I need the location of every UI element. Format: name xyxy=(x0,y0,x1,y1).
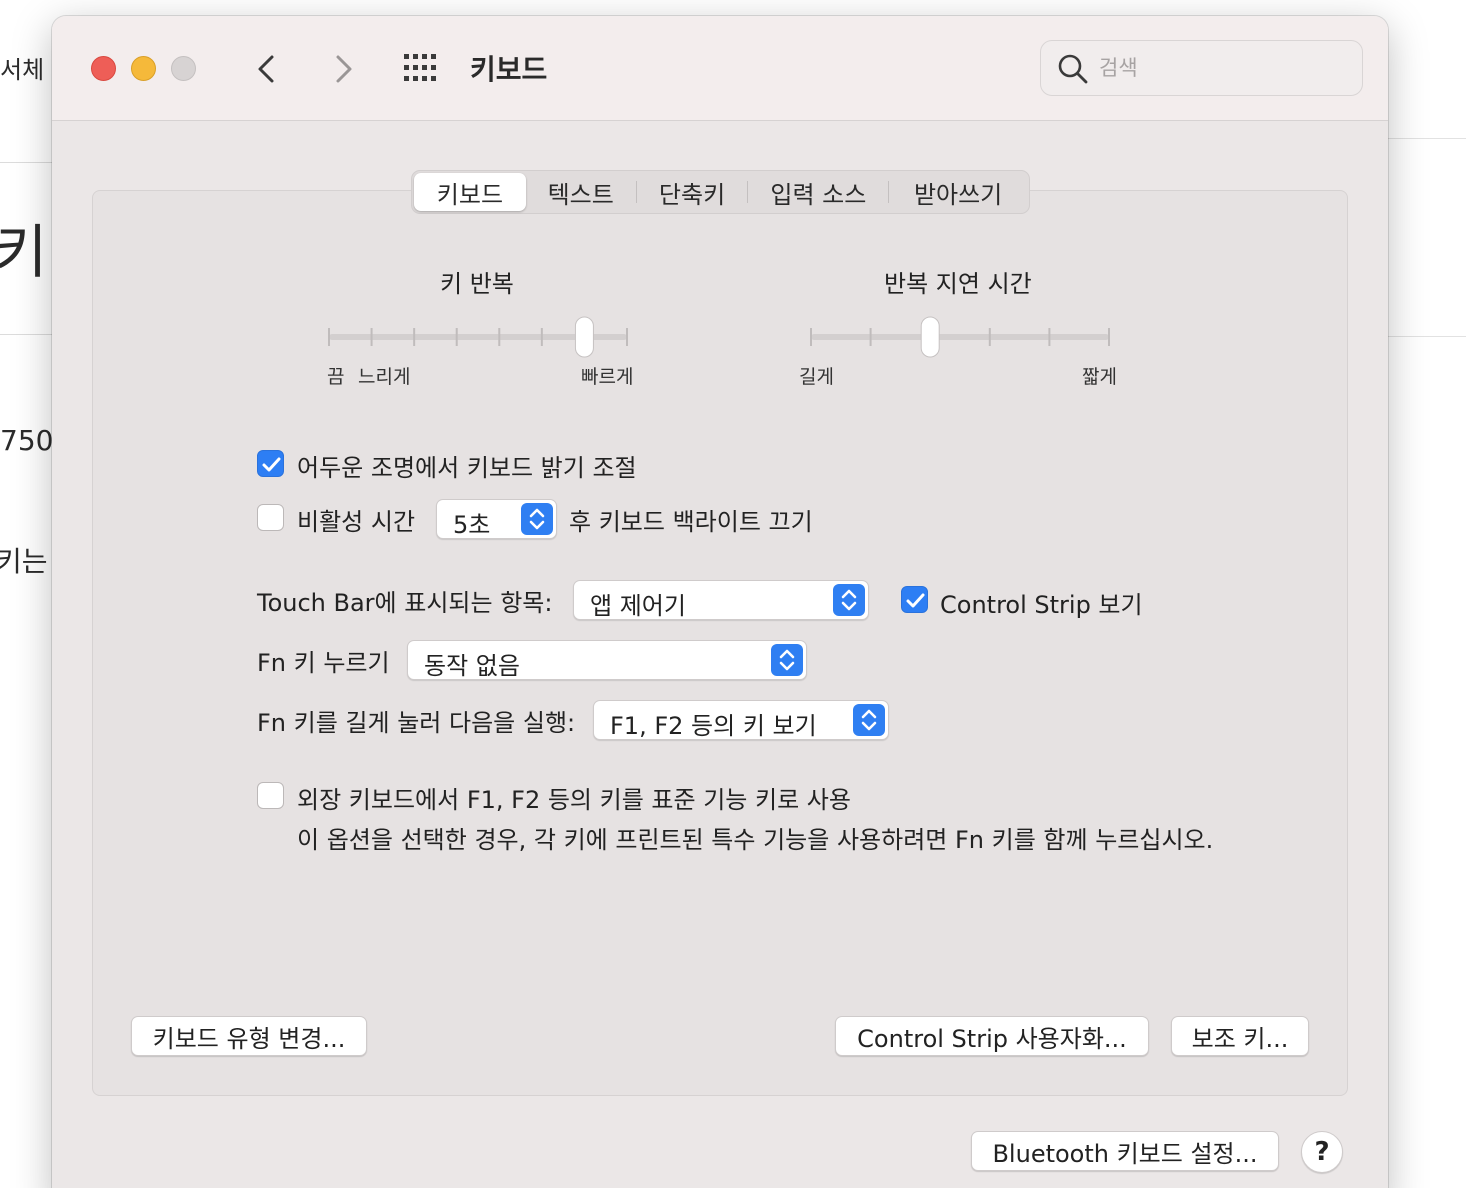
background-text-keys: 키는 xyxy=(0,545,48,578)
background-app-window: 서체 키 750 키는 xyxy=(0,0,60,1188)
customize-control-strip-button[interactable]: Control Strip 사용자화... xyxy=(835,1016,1149,1056)
back-button[interactable] xyxy=(248,49,288,89)
repeat-delay-short-label: 짧게 xyxy=(1082,366,1117,388)
control-strip-label: Control Strip 보기 xyxy=(940,591,1143,619)
slider-knob[interactable] xyxy=(920,316,940,358)
modifier-keys-button[interactable]: 보조 키... xyxy=(1171,1016,1309,1056)
up-down-chevron-icon xyxy=(841,589,857,611)
slider-tick xyxy=(455,328,458,346)
key-repeat-title: 키 반복 xyxy=(440,270,514,298)
help-button[interactable]: ? xyxy=(1301,1131,1343,1173)
auto-brightness-label: 어두운 조명에서 키보드 밝기 조절 xyxy=(297,454,637,482)
up-down-chevron-icon xyxy=(529,508,545,530)
change-keyboard-type-button[interactable]: 키보드 유형 변경... xyxy=(131,1016,367,1056)
touch-bar-label: Touch Bar에 표시되는 항목: xyxy=(257,589,553,617)
slider-tick xyxy=(988,328,991,346)
popup-stepper xyxy=(833,584,865,616)
backlight-timeout-value: 5초 xyxy=(453,511,491,539)
slider-knob[interactable] xyxy=(574,316,594,358)
slider-tick xyxy=(328,328,330,346)
background-divider xyxy=(0,162,52,163)
tab-keyboard[interactable]: 키보드 xyxy=(414,173,526,211)
background-divider xyxy=(1386,336,1466,337)
bluetooth-keyboard-setup-button[interactable]: Bluetooth 키보드 설정... xyxy=(971,1131,1279,1171)
touch-bar-popup[interactable]: 앱 제어기 xyxy=(573,580,869,620)
show-all-button[interactable] xyxy=(402,52,442,84)
chevron-left-icon xyxy=(258,55,274,83)
control-strip-checkbox[interactable] xyxy=(901,586,928,613)
minimize-window-button[interactable] xyxy=(131,56,156,81)
background-text-fonts: 서체 xyxy=(0,56,45,84)
key-repeat-slow-label: 느리게 xyxy=(358,366,411,388)
background-text-key: 키 xyxy=(0,218,48,286)
slider-tick xyxy=(540,328,543,346)
popup-stepper xyxy=(521,503,553,535)
tab-bar: 키보드 텍스트 단축키 입력 소스 받아쓰기 xyxy=(411,170,1030,214)
popup-stepper xyxy=(853,704,885,736)
repeat-delay-slider[interactable] xyxy=(802,314,1122,364)
slider-tick xyxy=(1048,328,1051,346)
repeat-delay-title: 반복 지연 시간 xyxy=(884,270,1032,298)
tab-dictation[interactable]: 받아쓰기 xyxy=(889,173,1027,211)
backlight-off-checkbox[interactable] xyxy=(257,504,284,531)
zoom-window-button[interactable] xyxy=(171,56,196,81)
slider-tick xyxy=(810,328,812,346)
keyboard-preferences-window: 키보드 키보드 텍스트 단축키 입력 소스 받아쓰기 키 반복 끔 느리게 빠르… xyxy=(52,16,1388,1188)
tab-text[interactable]: 텍스트 xyxy=(526,173,636,211)
chevron-right-icon xyxy=(336,55,352,83)
tab-input-sources[interactable]: 입력 소스 xyxy=(748,173,888,211)
function-keys-label: 외장 키보드에서 F1, F2 등의 키를 표준 기능 키로 사용 xyxy=(297,786,851,814)
auto-brightness-checkbox[interactable] xyxy=(257,450,284,477)
up-down-chevron-icon xyxy=(779,649,795,671)
search-field[interactable] xyxy=(1040,40,1363,96)
background-text-number: 750 xyxy=(0,424,54,457)
fn-hold-popup[interactable]: F1, F2 등의 키 보기 xyxy=(593,700,889,740)
backlight-timeout-popup[interactable]: 5초 xyxy=(436,499,557,539)
grid-icon xyxy=(404,54,436,81)
fn-hold-value: F1, F2 등의 키 보기 xyxy=(610,712,817,740)
function-keys-description: 이 옵션을 선택한 경우, 각 키에 프린트된 특수 기능을 사용하려면 Fn … xyxy=(297,826,1214,854)
function-keys-checkbox[interactable] xyxy=(257,782,284,809)
slider-tick xyxy=(626,328,628,346)
fn-press-value: 동작 없음 xyxy=(424,652,520,680)
slider-tick xyxy=(869,328,872,346)
popup-stepper xyxy=(771,644,803,676)
up-down-chevron-icon xyxy=(861,709,877,731)
search-icon xyxy=(1058,54,1088,84)
key-repeat-slider[interactable] xyxy=(320,314,640,364)
tab-shortcuts[interactable]: 단축키 xyxy=(637,173,748,211)
window-title: 키보드 xyxy=(470,53,548,86)
background-divider xyxy=(0,334,52,335)
slider-tick xyxy=(413,328,416,346)
close-window-button[interactable] xyxy=(91,56,116,81)
forward-button[interactable] xyxy=(322,49,362,89)
search-input[interactable] xyxy=(1099,51,1339,85)
key-repeat-fast-label: 빠르게 xyxy=(581,366,634,388)
repeat-delay-long-label: 길게 xyxy=(799,366,834,388)
backlight-off-suffix-label: 후 키보드 백라이트 끄기 xyxy=(569,508,813,536)
slider-track xyxy=(811,334,1109,340)
key-repeat-off-label: 끔 xyxy=(327,366,345,388)
fn-press-popup[interactable]: 동작 없음 xyxy=(407,640,807,680)
checkmark-icon xyxy=(906,593,925,608)
slider-tick xyxy=(498,328,501,346)
title-bar: 키보드 xyxy=(52,16,1388,121)
background-divider xyxy=(1386,138,1466,139)
fn-press-label: Fn 키 누르기 xyxy=(257,649,390,677)
touch-bar-value: 앱 제어기 xyxy=(590,592,686,620)
checkmark-icon xyxy=(262,457,281,472)
slider-tick xyxy=(370,328,373,346)
backlight-off-label: 비활성 시간 xyxy=(297,508,416,536)
fn-hold-label: Fn 키를 길게 눌러 다음을 실행: xyxy=(257,709,576,737)
slider-tick xyxy=(1108,328,1110,346)
